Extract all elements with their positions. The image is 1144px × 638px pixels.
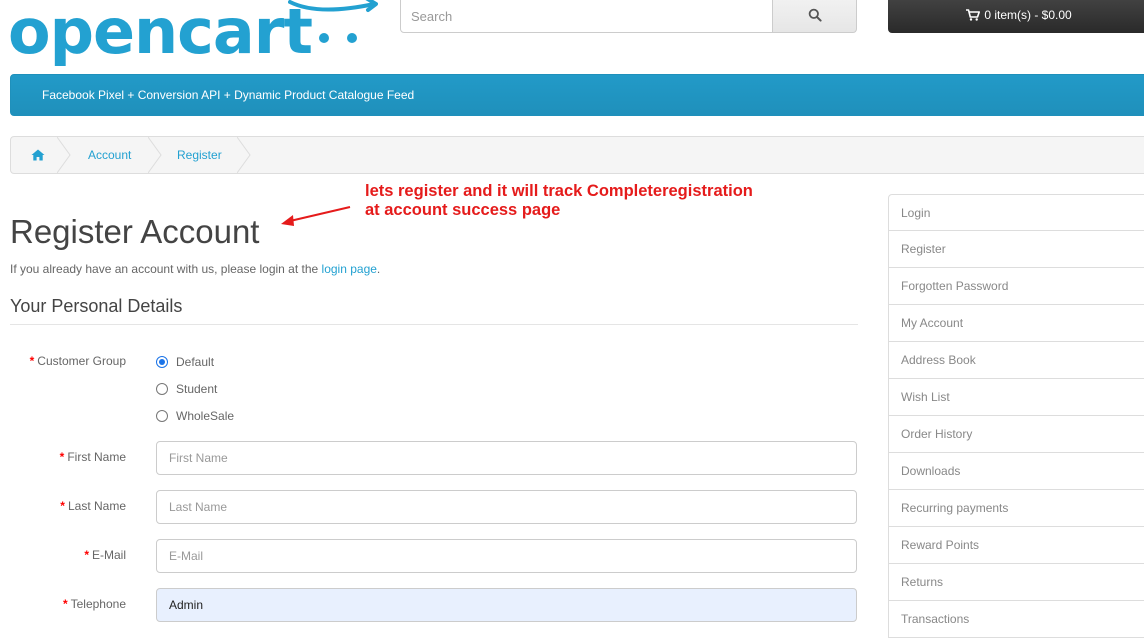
radio-option-default[interactable]: Default (156, 353, 214, 371)
page-title: Register Account (10, 213, 260, 250)
sidebar-item-forgotten-password[interactable]: Forgotten Password (888, 268, 1144, 305)
breadcrumb: Account Register (10, 136, 1144, 174)
opencart-logo[interactable]: opencart (8, 0, 378, 72)
shopping-cart-icon (966, 8, 981, 21)
radio-label: Default (176, 355, 215, 369)
sidebar-item-downloads[interactable]: Downloads (888, 453, 1144, 490)
sidebar-item-recurring-payments[interactable]: Recurring payments (888, 490, 1144, 527)
annotation-line-1: lets register and it will track Complete… (365, 182, 753, 200)
cart-logo-icon (288, 0, 378, 43)
section-divider (10, 324, 858, 325)
email-field[interactable] (156, 539, 857, 573)
home-icon (31, 149, 45, 161)
search-bar (400, 0, 857, 33)
required-star: * (60, 499, 65, 513)
last-name-label-text: Last Name (67, 499, 126, 513)
required-star: * (29, 354, 35, 368)
telephone-field[interactable] (156, 588, 857, 622)
search-icon (808, 8, 822, 22)
email-label-text: E-Mail (91, 548, 126, 562)
breadcrumb-home[interactable] (31, 137, 45, 173)
radio-button[interactable] (156, 383, 168, 395)
annotation-note: lets register and it will track Complete… (365, 182, 825, 220)
breadcrumb-separator (237, 137, 251, 173)
search-input[interactable] (400, 0, 773, 33)
first-name-field[interactable] (156, 441, 857, 475)
radio-option-wholesale[interactable]: WholeSale (156, 407, 234, 425)
sidebar-item-wish-list[interactable]: Wish List (888, 379, 1144, 416)
radio-option-student[interactable]: Student (156, 380, 217, 398)
account-sidebar: Login Register Forgotten Password My Acc… (888, 194, 1144, 638)
sidebar-item-order-history[interactable]: Order History (888, 416, 1144, 453)
radio-label: Student (176, 382, 218, 396)
breadcrumb-separator (148, 137, 162, 173)
radio-button-checked[interactable] (156, 356, 168, 368)
annotation-arrow-icon (281, 206, 351, 226)
intro-text: If you already have an account with us, … (10, 262, 380, 276)
sidebar-item-address-book[interactable]: Address Book (888, 342, 1144, 379)
customer-group-label-text: Customer Group (37, 354, 126, 368)
logo-text: opencart (8, 0, 313, 68)
required-star: * (84, 548, 89, 562)
telephone-label-text: Telephone (70, 597, 126, 611)
required-star: * (62, 597, 68, 611)
intro-text-end: . (376, 262, 381, 276)
cart-total: 0 item(s) - $0.00 (984, 7, 1072, 22)
last-name-label: * Last Name (60, 499, 126, 513)
customer-group-label: * Customer Group (30, 354, 126, 368)
first-name-label: * First Name (60, 450, 126, 464)
sidebar-item-reward-points[interactable]: Reward Points (888, 527, 1144, 564)
email-label: * E-Mail (84, 548, 126, 562)
first-name-label-text: First Name (67, 450, 126, 464)
intro-text-start: If you already have an account with us, … (10, 262, 322, 276)
login-page-link[interactable]: login page (322, 262, 377, 276)
breadcrumb-separator (57, 137, 71, 173)
annotation-line-2: at account success page (365, 201, 561, 219)
sidebar-item-transactions[interactable]: Transactions (888, 601, 1144, 638)
radio-button[interactable] (156, 410, 168, 422)
search-button[interactable] (773, 0, 857, 33)
breadcrumb-register[interactable]: Register (177, 137, 222, 173)
telephone-label: * Telephone (63, 597, 126, 611)
sidebar-item-my-account[interactable]: My Account (888, 305, 1144, 342)
sidebar-item-register[interactable]: Register (888, 231, 1144, 268)
required-star: * (59, 450, 65, 464)
breadcrumb-account[interactable]: Account (88, 137, 131, 173)
menu-item-facebook-pixel[interactable]: Facebook Pixel + Conversion API + Dynami… (42, 88, 414, 102)
main-menu: Facebook Pixel + Conversion API + Dynami… (10, 74, 1144, 116)
sidebar-item-login[interactable]: Login (888, 194, 1144, 231)
last-name-field[interactable] (156, 490, 857, 524)
section-title: Your Personal Details (10, 296, 183, 316)
radio-label: WholeSale (176, 409, 235, 423)
sidebar-item-returns[interactable]: Returns (888, 564, 1144, 601)
cart-button[interactable]: 0 item(s) - $0.00 (888, 0, 1144, 33)
